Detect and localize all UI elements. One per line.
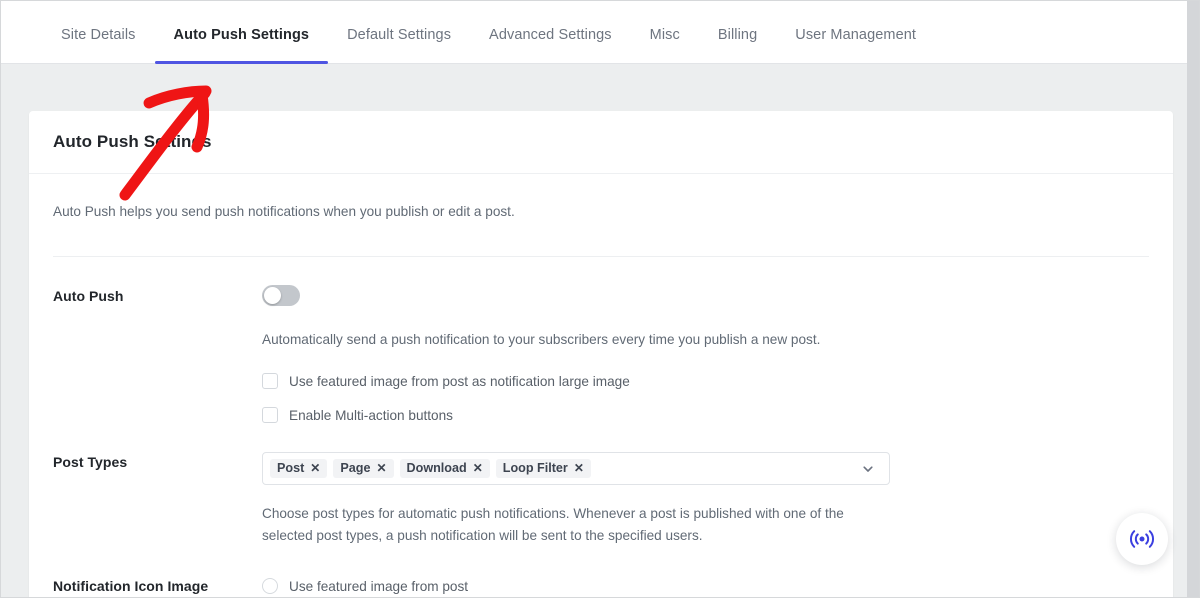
tab-advanced-settings[interactable]: Advanced Settings — [470, 27, 631, 63]
radio-icon[interactable] — [262, 578, 278, 595]
tag-page[interactable]: Page ✕ — [333, 458, 394, 479]
tag-remove-icon[interactable]: ✕ — [376, 462, 386, 474]
tag-label: Download — [406, 460, 467, 475]
broadcast-signal-icon — [1130, 530, 1154, 548]
tab-billing[interactable]: Billing — [699, 27, 776, 63]
radio-label: Use featured image from post — [289, 578, 469, 594]
checkbox-icon[interactable] — [262, 407, 278, 424]
tag-remove-icon[interactable]: ✕ — [310, 462, 320, 474]
checkbox-label: Use featured image from post as notifica… — [289, 373, 630, 389]
auto-push-label: Auto Push — [53, 288, 124, 304]
tag-post[interactable]: Post ✕ — [270, 458, 328, 479]
toggle-knob — [264, 287, 281, 304]
settings-tab-bar: Site Details Auto Push Settings Default … — [1, 1, 1199, 64]
auto-push-field: Automatically send a push notification t… — [262, 285, 1149, 424]
tag-label: Loop Filter — [502, 460, 568, 475]
notification-icon-label: Notification Icon Image — [53, 578, 209, 595]
auto-push-row: Auto Push Automatically send a push noti… — [53, 257, 1149, 424]
auto-push-toggle[interactable] — [262, 285, 300, 306]
tab-user-management[interactable]: User Management — [776, 27, 935, 63]
tab-auto-push-settings[interactable]: Auto Push Settings — [154, 27, 329, 64]
tag-label: Post — [277, 460, 305, 475]
card-body: Auto Push helps you send push notificati… — [29, 174, 1173, 597]
card-header: Auto Push Settings — [29, 111, 1173, 174]
tag-remove-icon[interactable]: ✕ — [574, 462, 584, 474]
post-types-help-text: Choose post types for automatic push not… — [262, 506, 844, 544]
chevron-down-icon[interactable] — [861, 462, 875, 476]
checkbox-icon[interactable] — [262, 373, 278, 390]
auto-push-settings-card: Auto Push Settings Auto Push helps you s… — [29, 111, 1173, 597]
tag-loop-filter[interactable]: Loop Filter ✕ — [495, 458, 591, 479]
notification-icon-image-row: Notification Icon Image Use featured ima… — [53, 547, 1149, 597]
page-scrollbar[interactable] — [1187, 1, 1199, 597]
post-types-row: Post Types Post ✕ Page ✕ Download ✕ Loop… — [53, 423, 1149, 547]
page-title: Auto Push Settings — [53, 132, 212, 151]
auto-push-help-text: Automatically send a push notification t… — [262, 332, 821, 347]
post-types-tag-list: Post ✕ Page ✕ Download ✕ Loop Filter ✕ — [270, 458, 861, 479]
radio-use-featured-image-from-post[interactable]: Use featured image from post — [262, 578, 1149, 595]
intro-description: Auto Push helps you send push notificati… — [53, 174, 1149, 257]
push-notification-widget-button[interactable] — [1116, 513, 1168, 565]
post-types-label: Post Types — [53, 454, 128, 471]
post-types-multiselect[interactable]: Post ✕ Page ✕ Download ✕ Loop Filter ✕ — [262, 452, 890, 486]
tab-misc[interactable]: Misc — [631, 27, 699, 63]
checkbox-label: Enable Multi-action buttons — [289, 407, 453, 423]
checkbox-use-featured-image-large[interactable]: Use featured image from post as notifica… — [262, 373, 1149, 390]
post-types-field: Post ✕ Page ✕ Download ✕ Loop Filter ✕ C… — [262, 451, 1149, 547]
checkbox-enable-multi-action-buttons[interactable]: Enable Multi-action buttons — [262, 407, 1149, 424]
tag-download[interactable]: Download ✕ — [399, 458, 490, 479]
tab-site-details[interactable]: Site Details — [42, 27, 155, 63]
app-window: Site Details Auto Push Settings Default … — [0, 0, 1200, 598]
tab-default-settings[interactable]: Default Settings — [328, 27, 470, 63]
tag-label: Page — [340, 460, 371, 475]
tag-remove-icon[interactable]: ✕ — [473, 462, 483, 474]
notification-icon-field: Use featured image from post Use site ic… — [262, 575, 1149, 597]
